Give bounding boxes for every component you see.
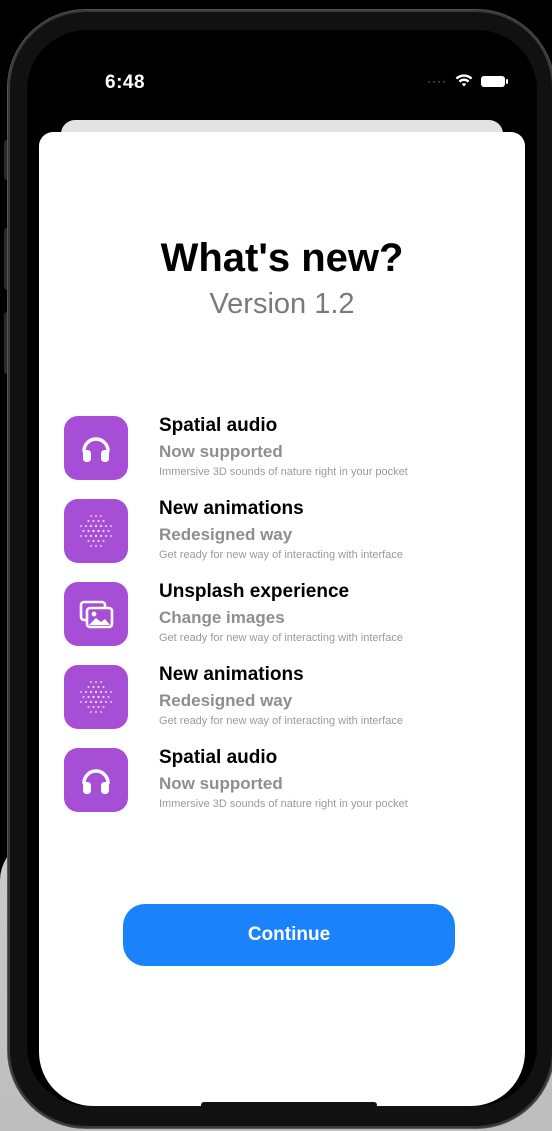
phone-screen: 6:48 ···· What's new? Version 1.2 Spatia…	[27, 30, 537, 1106]
feature-description: Immersive 3D sounds of nature right in y…	[159, 466, 408, 478]
dot-sphere-icon	[64, 665, 128, 729]
feature-description: Get ready for new way of interacting wit…	[159, 715, 403, 727]
home-indicator[interactable]	[201, 1102, 377, 1106]
whats-new-sheet: What's new? Version 1.2 Spatial audio No…	[39, 132, 525, 1106]
stage: 6:48 ···· What's new? Version 1.2 Spatia…	[0, 0, 552, 1131]
continue-button[interactable]: Continue	[123, 904, 455, 966]
feature-row: Spatial audio Now supported Immersive 3D…	[64, 415, 525, 498]
feature-description: Get ready for new way of interacting wit…	[159, 632, 403, 644]
dot-sphere-icon	[64, 499, 128, 563]
headphones-icon	[64, 748, 128, 812]
feature-title: Unsplash experience	[159, 581, 350, 602]
phone-frame: 6:48 ···· What's new? Version 1.2 Spatia…	[8, 10, 552, 1128]
feature-row: New animations Redesigned way Get ready …	[64, 664, 525, 747]
wifi-icon	[455, 74, 473, 87]
feature-text: New animations Redesigned way Get ready …	[159, 498, 509, 562]
feature-title: Spatial audio	[159, 747, 278, 768]
feature-text: New animations Redesigned way Get ready …	[159, 664, 509, 728]
status-icons: ····	[427, 74, 508, 88]
status-time: 6:48	[105, 72, 146, 93]
page-title: What's new?	[160, 236, 404, 280]
feature-subtitle: Now supported	[159, 774, 283, 793]
feature-description: Immersive 3D sounds of nature right in y…	[159, 798, 408, 810]
feature-description: Get ready for new way of interacting wit…	[159, 549, 403, 561]
feature-subtitle: Change images	[159, 608, 285, 627]
feature-text: Spatial audio Now supported Immersive 3D…	[159, 415, 509, 479]
feature-text: Spatial audio Now supported Immersive 3D…	[159, 747, 509, 811]
cellular-dots-icon: ····	[427, 74, 447, 88]
photo-stack-icon	[64, 582, 128, 646]
feature-subtitle: Redesigned way	[159, 691, 293, 710]
version-label: Version 1.2	[209, 288, 355, 320]
feature-title: Spatial audio	[159, 415, 278, 436]
feature-title: New animations	[159, 498, 304, 519]
feature-title: New animations	[159, 664, 304, 685]
feature-subtitle: Redesigned way	[159, 525, 293, 544]
feature-subtitle: Now supported	[159, 442, 283, 461]
feature-row: New animations Redesigned way Get ready …	[64, 498, 525, 581]
headphones-icon	[64, 416, 128, 480]
feature-list: Spatial audio Now supported Immersive 3D…	[64, 415, 525, 830]
feature-row: Spatial audio Now supported Immersive 3D…	[64, 747, 525, 830]
feature-text: Unsplash experience Change images Get re…	[159, 581, 509, 645]
battery-icon	[481, 75, 508, 87]
feature-row: Unsplash experience Change images Get re…	[64, 581, 525, 664]
